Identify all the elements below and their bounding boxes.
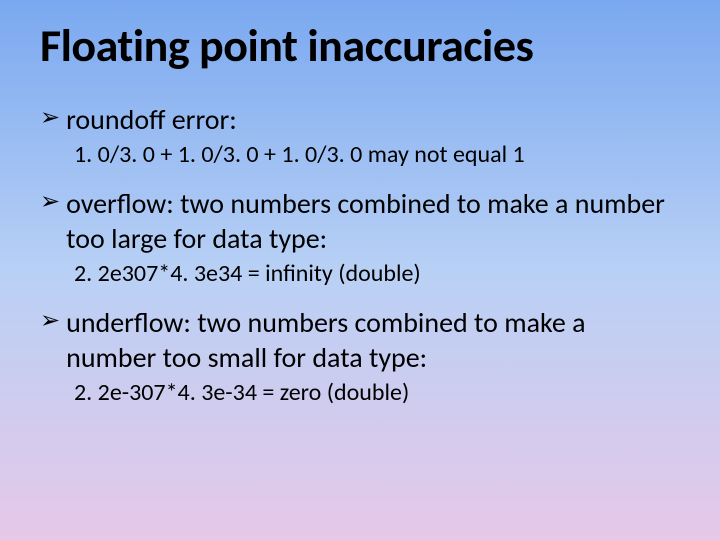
bullet-sub: 1. 0/3. 0 + 1. 0/3. 0 + 1. 0/3. 0 may no… — [74, 139, 680, 170]
bullet-label: overflow: two numbers combined to make a… — [66, 186, 680, 256]
bullet-label: underflow: two numbers combined to make … — [66, 305, 680, 375]
bullet-label: roundoff error: — [66, 102, 680, 137]
slide: Floating point inaccuracies ➢ roundoff e… — [0, 0, 720, 540]
bullet-overflow: ➢ overflow: two numbers combined to make… — [40, 186, 680, 256]
bullet-arrow-icon: ➢ — [40, 186, 60, 218]
bullet-arrow-icon: ➢ — [40, 305, 60, 337]
bullet-sub: 2. 2e307*4. 3e34 = infinity (double) — [74, 258, 680, 289]
bullet-sub: 2. 2e-307*4. 3e-34 = zero (double) — [74, 377, 680, 408]
bullet-roundoff: ➢ roundoff error: — [40, 102, 680, 137]
page-title: Floating point inaccuracies — [40, 18, 680, 74]
bullet-arrow-icon: ➢ — [40, 102, 60, 134]
bullet-underflow: ➢ underflow: two numbers combined to mak… — [40, 305, 680, 375]
